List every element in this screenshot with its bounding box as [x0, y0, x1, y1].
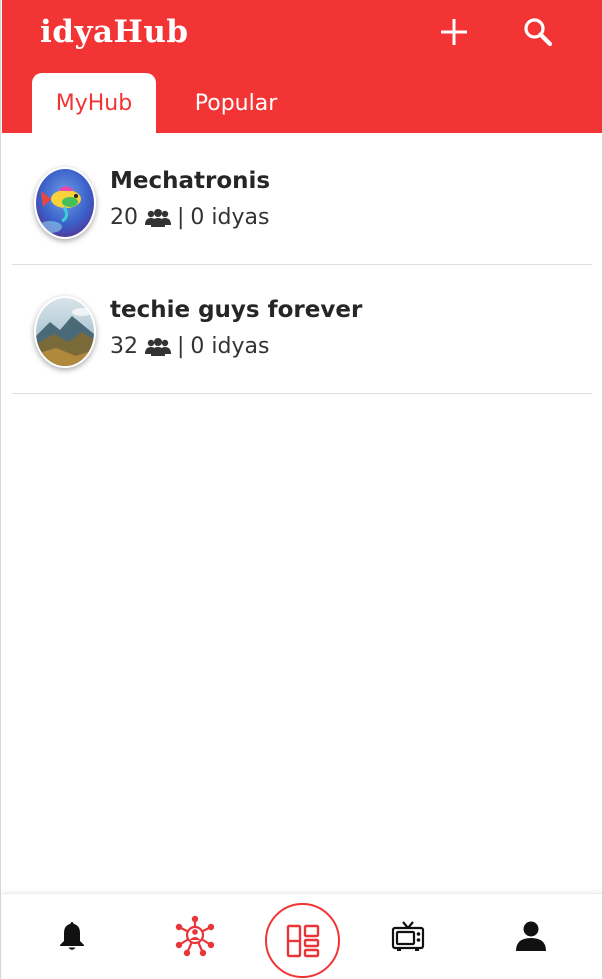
member-count: 20	[110, 205, 138, 230]
stat-separator: |	[177, 334, 185, 359]
person-icon	[516, 921, 546, 951]
dashboard-icon	[286, 924, 319, 957]
notifications-button[interactable]	[50, 914, 94, 958]
group-avatar	[34, 167, 96, 239]
dashboard-button[interactable]	[265, 903, 340, 978]
bell-icon	[60, 922, 84, 950]
hub-tabs: MyHub Popular	[32, 73, 316, 133]
app-header: idyaHub MyHub Popular	[2, 0, 602, 133]
group-name: techie guys forever	[110, 297, 363, 323]
group-name: Mechatronis	[110, 168, 271, 194]
idya-count: 0 idyas	[190, 205, 270, 230]
mountain-landscape-image	[36, 298, 94, 366]
stat-separator: |	[177, 205, 185, 230]
colorful-fish-image	[36, 169, 94, 237]
idya-count: 0 idyas	[190, 334, 270, 359]
network-icon	[175, 915, 215, 957]
group-stats: 32 | 0 idyas	[110, 334, 269, 359]
network-button[interactable]	[173, 914, 217, 958]
app-frame: idyaHub MyHub Popular Mechatronis 20 | 0…	[0, 0, 603, 979]
people-icon	[145, 208, 171, 228]
people-icon	[145, 337, 171, 357]
group-list: Mechatronis 20 | 0 idyas techie guys for…	[2, 136, 602, 394]
tab-myhub[interactable]: MyHub	[32, 73, 156, 133]
tv-button[interactable]	[386, 914, 430, 958]
list-item[interactable]: techie guys forever 32 | 0 idyas	[12, 265, 592, 394]
search-button[interactable]	[518, 12, 558, 52]
app-logo[interactable]: idyaHub	[40, 14, 189, 50]
tv-icon	[391, 921, 425, 951]
profile-button[interactable]	[509, 914, 553, 958]
group-avatar	[34, 296, 96, 368]
member-count: 32	[110, 334, 138, 359]
add-button[interactable]	[434, 12, 474, 52]
plus-icon	[441, 19, 467, 45]
bottom-nav	[2, 893, 602, 979]
group-stats: 20 | 0 idyas	[110, 205, 269, 230]
list-item[interactable]: Mechatronis 20 | 0 idyas	[12, 136, 592, 265]
search-icon	[524, 18, 553, 47]
tab-popular[interactable]: Popular	[156, 73, 316, 133]
